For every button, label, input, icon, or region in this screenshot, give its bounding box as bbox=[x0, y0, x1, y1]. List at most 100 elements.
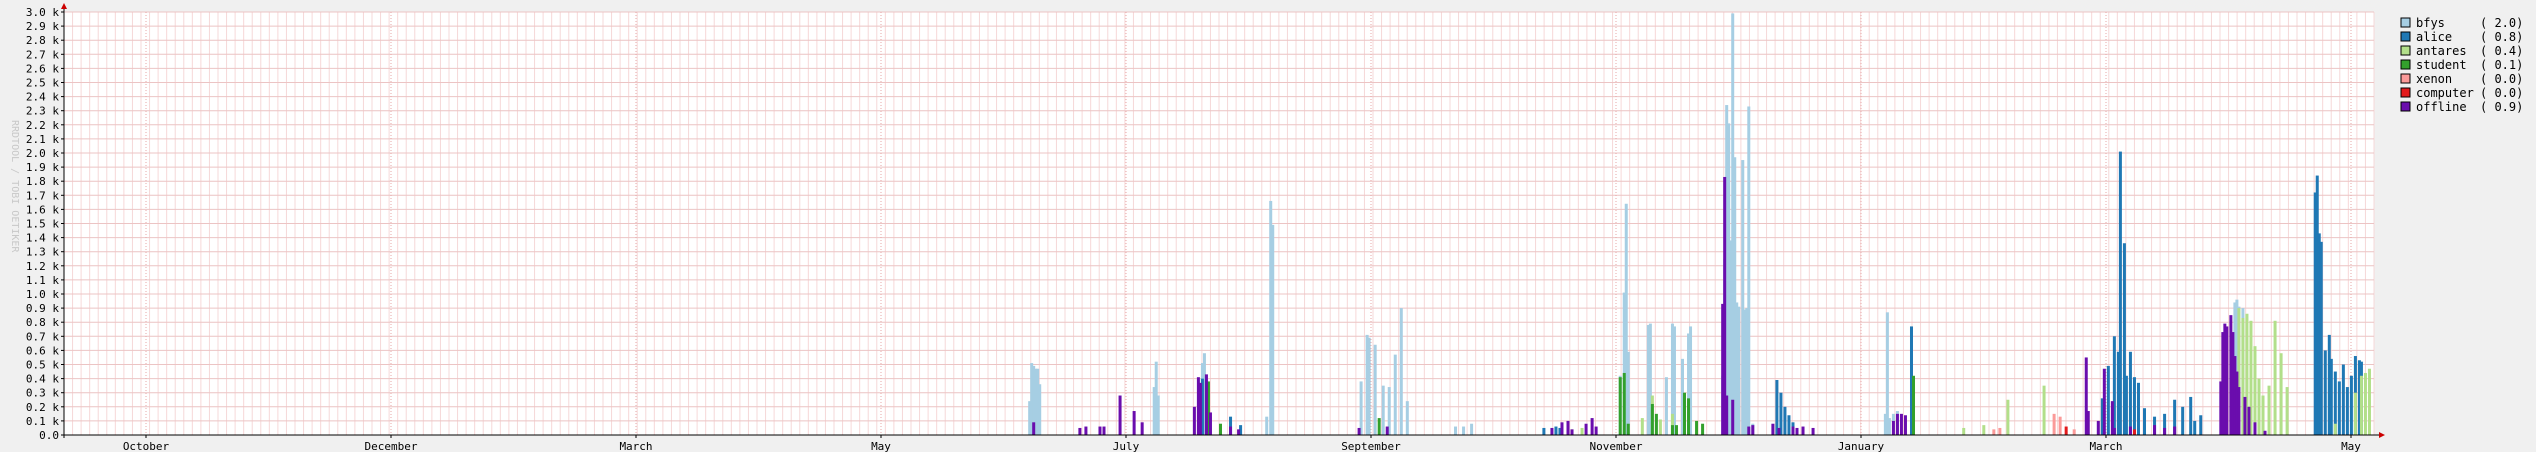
y-tick-label: 2.1 k bbox=[26, 133, 59, 146]
legend-value: ( 0.1) bbox=[2480, 58, 2523, 72]
y-tick-label: 2.4 k bbox=[26, 91, 59, 104]
bar-offline bbox=[2102, 368, 2106, 435]
legend-swatch-alice bbox=[2400, 31, 2411, 42]
bar-offline bbox=[1078, 427, 1082, 435]
bar-offline bbox=[2086, 411, 2090, 435]
bar-xenon bbox=[1992, 429, 1996, 435]
bar-offline bbox=[2112, 427, 2116, 435]
bar-offline bbox=[1098, 426, 1102, 435]
bar-offline bbox=[1751, 425, 1755, 435]
bar-alice bbox=[1775, 380, 1779, 435]
bar-student bbox=[1650, 403, 1654, 435]
bar-bfys bbox=[1399, 308, 1403, 435]
y-tick-label: 1.2 k bbox=[26, 260, 59, 273]
bar-antares bbox=[2273, 320, 2277, 435]
bar-student bbox=[1654, 413, 1658, 435]
bar-offline bbox=[1777, 427, 1781, 435]
y-tick-label: 2.8 k bbox=[26, 34, 59, 47]
x-tick-label: October bbox=[123, 440, 170, 452]
x-tick-label: July bbox=[1113, 440, 1140, 452]
x-tick-label: May bbox=[2341, 440, 2361, 452]
bar-offline bbox=[1229, 426, 1233, 435]
y-tick-label: 1.5 k bbox=[26, 218, 59, 231]
bar-bfys bbox=[1887, 418, 1891, 435]
y-tick-label: 1.7 k bbox=[26, 189, 59, 202]
y-tick-label: 2.2 k bbox=[26, 119, 59, 132]
bar-offline bbox=[2237, 387, 2241, 435]
bar-offline bbox=[1811, 427, 1815, 435]
bar-bfys bbox=[1405, 401, 1409, 435]
legend-swatch-xenon bbox=[2400, 73, 2411, 84]
bar-alice bbox=[2193, 420, 2197, 435]
bar-offline bbox=[1560, 422, 1564, 435]
y-tick-label: 1.4 k bbox=[26, 232, 59, 245]
bar-alice bbox=[2181, 406, 2185, 435]
legend-value: ( 2.0) bbox=[2480, 16, 2523, 30]
bar-offline bbox=[1731, 399, 1735, 435]
bar-bfys bbox=[1381, 385, 1385, 435]
legend-swatch-computer bbox=[2400, 87, 2411, 98]
legend-label: computer bbox=[2416, 86, 2474, 100]
bar-student bbox=[1695, 420, 1699, 435]
bar-alice bbox=[2189, 396, 2193, 435]
bar-offline bbox=[2173, 426, 2177, 435]
bar-bfys bbox=[1156, 395, 1160, 435]
bar-alice bbox=[2106, 365, 2110, 435]
x-tick-label: December bbox=[365, 440, 418, 452]
bar-offline bbox=[1032, 422, 1036, 435]
y-tick-label: 1.3 k bbox=[26, 246, 59, 259]
bar-antares bbox=[2359, 375, 2363, 435]
y-tick-label: 2.7 k bbox=[26, 48, 59, 61]
bar-offline bbox=[1385, 426, 1389, 435]
bar-alice bbox=[1783, 406, 1787, 435]
bar-offline bbox=[1357, 427, 1361, 435]
bar-offline bbox=[2153, 425, 2157, 435]
bar-bfys bbox=[1367, 337, 1371, 435]
bar-bfys bbox=[1885, 312, 1889, 435]
bar-offline bbox=[1590, 418, 1594, 435]
x-tick-label: January bbox=[1838, 440, 1885, 452]
bar-student bbox=[1674, 425, 1678, 435]
bar-xenon bbox=[2058, 416, 2062, 435]
bar-offline bbox=[1771, 423, 1775, 435]
legend-swatch-bfys bbox=[2400, 17, 2411, 28]
bar-student bbox=[1687, 398, 1691, 435]
bar-offline bbox=[1570, 429, 1574, 435]
legend-label: xenon bbox=[2416, 72, 2452, 86]
y-tick-label: 1.0 k bbox=[26, 288, 59, 301]
bar-offline bbox=[1192, 406, 1196, 435]
bar-alice bbox=[2136, 382, 2140, 435]
legend-value: ( 0.0) bbox=[2480, 86, 2523, 100]
y-tick-label: 0.8 k bbox=[26, 316, 59, 329]
bar-offline bbox=[1084, 426, 1088, 435]
bar-offline bbox=[1198, 382, 1202, 435]
bar-bfys bbox=[1470, 423, 1474, 435]
bar-bfys bbox=[1038, 384, 1042, 435]
y-tick-label: 1.1 k bbox=[26, 274, 59, 287]
y-tick-label: 0.0 bbox=[39, 429, 59, 442]
bar-antares bbox=[2367, 368, 2371, 435]
y-tick-label: 2.6 k bbox=[26, 62, 59, 75]
bar-student bbox=[1618, 377, 1622, 435]
bar-antares bbox=[2253, 346, 2257, 435]
bar-antares bbox=[2353, 392, 2357, 435]
bar-offline bbox=[1903, 415, 1907, 435]
bar-antares bbox=[2279, 353, 2283, 435]
bar-antares bbox=[2267, 385, 2271, 435]
y-tick-label: 1.8 k bbox=[26, 175, 59, 188]
bar-antares bbox=[2363, 372, 2367, 435]
bar-antares bbox=[2042, 385, 2046, 435]
bar-antares bbox=[2006, 399, 2010, 435]
bar-alice bbox=[2124, 375, 2128, 435]
bar-offline bbox=[1791, 426, 1795, 435]
x-tick-label: March bbox=[619, 440, 652, 452]
bar-bfys bbox=[1393, 354, 1397, 435]
y-tick-label: 2.9 k bbox=[26, 20, 59, 33]
y-tick-label: 0.9 k bbox=[26, 302, 59, 315]
bar-antares bbox=[2333, 423, 2337, 435]
y-tick-label: 0.1 k bbox=[26, 415, 59, 428]
bar-bfys bbox=[1664, 377, 1668, 435]
bar-alice bbox=[1542, 427, 1546, 435]
bar-alice bbox=[2118, 151, 2122, 435]
bar-alice bbox=[2345, 387, 2349, 435]
